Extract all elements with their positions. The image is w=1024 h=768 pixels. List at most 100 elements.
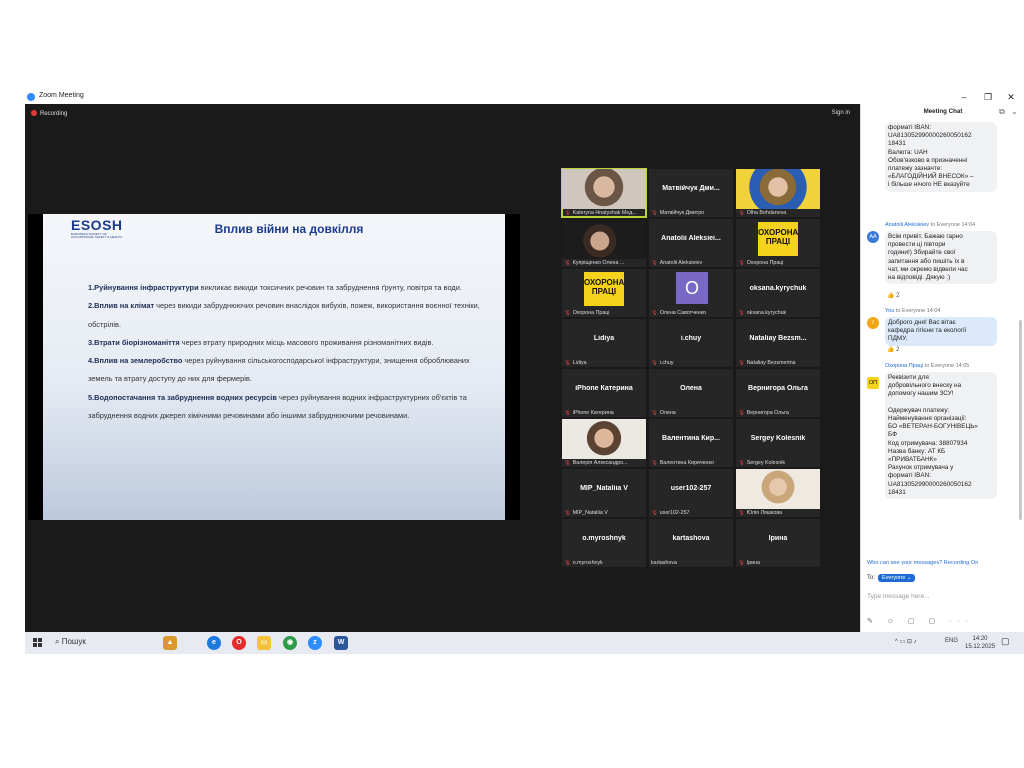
minimize-button[interactable]: – [953, 90, 975, 104]
shared-screen: ESOSH EUROPEAN SOCIETY OF OCCUPATIONAL S… [28, 214, 520, 520]
start-button[interactable] [33, 638, 42, 647]
participant-display-name: Sergey Kolesnik [750, 435, 806, 442]
participant-name-label: 🎙 Охорона Праці [564, 310, 610, 316]
restore-button[interactable]: ❐ [977, 90, 999, 104]
language-indicator[interactable]: ENG [945, 638, 958, 644]
participant-tile[interactable]: 🎙 Купріщенко Олена ... [562, 219, 646, 267]
participant-tile[interactable]: Валентина Кир... 🎙 Валентина Кириченко [649, 419, 733, 467]
participant-tile[interactable]: Олена 🎙 Олена [649, 369, 733, 417]
notifications-icon[interactable]: ▢ [1001, 636, 1010, 647]
participant-tile[interactable]: iPhone Катерина 🎙 iPhone Катерина [562, 369, 646, 417]
participant-display-name: i.chuy [680, 335, 702, 342]
participant-name-label: 🎙 Anatolii Aleksieiev [651, 260, 703, 266]
participant-poster: ОХОРОНА ПРАЦІ [584, 272, 624, 306]
to-label: To: [867, 575, 876, 581]
participant-display-name: kartashova [672, 535, 710, 542]
message-line: Одержувач платежу: [888, 406, 950, 414]
tray-icons[interactable]: ^ ▭ ⊡ ♪ [895, 638, 917, 645]
chat-message: Реквізити для добровільного внеску на допо… [885, 372, 997, 500]
participant-tile[interactable]: 🎙 Kateryna Hnatyshak Мед... [561, 168, 647, 218]
reaction-badge[interactable]: 👍 2 [887, 346, 899, 353]
edge-icon[interactable]: e [207, 636, 221, 650]
message-line: години!) Збирайте свої [888, 249, 956, 257]
record-icon [31, 110, 37, 116]
message-line: платежу зазначте: [888, 165, 943, 173]
participant-name-label: 🎙 i.chuy [651, 360, 674, 366]
participant-tile[interactable]: MIP_Nataliia V 🎙 MIP_Nataliia V [562, 469, 646, 517]
popout-icon[interactable]: ⧉ [999, 104, 1005, 120]
participant-tile[interactable]: 🎙 Валерія Александро... [562, 419, 646, 467]
participant-tile[interactable]: Lidiya 🎙 Lidiya [562, 319, 646, 367]
reaction-badge[interactable]: 👍 2 [887, 292, 899, 299]
message-input[interactable]: Type message here... [867, 593, 1017, 607]
message-line: «ПРИВАТБАНК» [888, 456, 937, 464]
chat-toolbar[interactable]: ✎ ☺ ▢ ▢ ··· [867, 617, 974, 625]
chat-message: форматі IBAN: UA813052990000260050162 1843… [885, 122, 997, 192]
participant-tile[interactable]: o.myroshnyk 🎙 o.myroshnyk [562, 519, 646, 567]
message-sender: You to Everyone 14:04 [885, 308, 941, 314]
recipient-row: To: Everyone ⌄ [867, 574, 916, 582]
participant-tile[interactable]: i.chuy 🎙 i.chuy [649, 319, 733, 367]
message-line [888, 399, 994, 407]
participant-tile[interactable]: Матвійчук Дми... 🎙 Матвійчук Дмитро [649, 169, 733, 217]
muted-mic-icon: 🎙 [651, 510, 658, 516]
chat-message: Всім привіт. Бажаю гарно провести ці півт… [885, 231, 997, 285]
slide-body: 1.Руйнування інфраструктури викликає вик… [88, 279, 483, 425]
participant-name-label: 🎙 Sergey Kolesnik [738, 460, 786, 466]
muted-mic-icon: 🎙 [738, 310, 745, 316]
chat-scrollbar[interactable] [1019, 320, 1022, 520]
message-line: Реквізити для [888, 374, 929, 381]
clock[interactable]: 14:20 15.12.2025 [965, 635, 995, 651]
participant-tile[interactable]: O 🎙 Олена Савотченко [649, 269, 733, 317]
close-button[interactable]: ✕ [1000, 90, 1022, 104]
search-label: Пошук [61, 637, 86, 646]
participant-tile[interactable]: Вернигора Ольга 🎙 Вернигора Ольга [736, 369, 820, 417]
participant-tile[interactable]: Ірина 🎙 Ірина [736, 519, 820, 567]
who-can-see-link[interactable]: Who can see your messages? Recording On [867, 560, 978, 566]
muted-mic-icon: 🎙 [738, 360, 745, 366]
participant-tile[interactable]: ОХОРОНА ПРАЦІ 🎙 Охорона Праці [562, 269, 646, 317]
participant-tile[interactable]: 🎙 Olha Bohdanova [736, 169, 820, 217]
participant-name-label: 🎙 MIP_Nataliia V [564, 510, 608, 516]
widget-icon[interactable]: ▲ [163, 636, 177, 650]
participant-name-label: 🎙 Lidiya [564, 360, 587, 366]
message-sender: Охорона Праці to Everyone 14:05 [885, 363, 970, 369]
windows-icon [33, 638, 37, 642]
participant-display-name: Вернигора Ольга [748, 385, 808, 392]
participant-display-name: Матвійчук Дми... [662, 185, 720, 192]
folder-icon[interactable]: ▭ [257, 636, 271, 650]
participant-tile[interactable]: Anatolii Aleksiei... 🎙 Anatolii Aleksieiev [649, 219, 733, 267]
muted-mic-icon: 🎙 [564, 260, 571, 266]
muted-mic-icon: 🎙 [651, 210, 658, 216]
participant-tile[interactable]: user102-257 🎙 user102-257 [649, 469, 733, 517]
muted-mic-icon: 🎙 [651, 310, 658, 316]
muted-mic-icon: 🎙 [651, 460, 658, 466]
video-gallery: 🎙 Kateryna Hnatyshak Мед... Матвійчук Дми.… [561, 168, 820, 569]
taskbar-search[interactable]: ⌕ Пошук [55, 637, 86, 647]
recipient-select[interactable]: Everyone ⌄ [878, 574, 916, 582]
participant-tile[interactable]: 🎙 Юлія Ляшкова [736, 469, 820, 517]
message-line: Код отримувача: 38807934 [888, 439, 968, 447]
opera-icon[interactable]: O [232, 636, 246, 650]
participant-video [736, 469, 820, 509]
chrome-icon[interactable]: ◉ [283, 636, 297, 650]
message-line: допомогу нашим ЗСУ! [888, 390, 954, 398]
muted-mic-icon: 🎙 [564, 360, 571, 366]
message-line: Всім привіт. Бажаю гарно [888, 233, 963, 240]
chat-header: Meeting Chat ⧉ ⌄ [861, 104, 1024, 120]
word-icon[interactable]: W [334, 636, 348, 650]
participant-name-label: 🎙 user102-257 [651, 510, 690, 516]
zoom-taskbar-icon[interactable]: z [308, 636, 322, 650]
signin-button[interactable]: Sign in [832, 110, 850, 116]
recording-indicator[interactable]: Recording [31, 110, 67, 117]
participant-tile[interactable]: ОХОРОНА ПРАЦІ 🎙 Охорона Праці [736, 219, 820, 267]
slide-point: 1.Руйнування інфраструктури викликає вик… [88, 283, 462, 292]
participant-tile[interactable]: kartashova kartashova [649, 519, 733, 567]
chat-messages[interactable]: форматі IBAN: UA813052990000260050162 1843… [861, 120, 1024, 560]
chat-more-icon[interactable]: ⌄ [1011, 104, 1018, 120]
participant-tile[interactable]: Sergey Kolesnik 🎙 Sergey Kolesnik [736, 419, 820, 467]
participant-tile[interactable]: Nataliay Bezsm... 🎙 Nataliay Bezsmertna [736, 319, 820, 367]
participant-tile[interactable]: oksana.kyrychuk 🎙 oksana.kyrychuk [736, 269, 820, 317]
message-line: кафедра гігієни та екології [888, 327, 967, 335]
participant-video [562, 169, 646, 209]
